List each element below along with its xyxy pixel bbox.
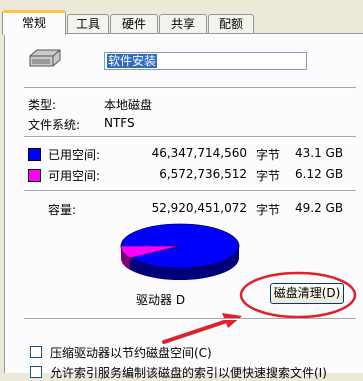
index-service-label: 允许索引服务编制该磁盘的索引以便快速搜索文件(I) (50, 366, 327, 380)
tab-bar: 常规 工具 硬件 共享 配额 (0, 0, 363, 35)
annotation-ellipse (239, 271, 357, 319)
annotation-arrow (162, 318, 232, 344)
annotation-arrow-head (222, 313, 242, 328)
filesystem-value: NTFS (104, 116, 135, 130)
tab-quota[interactable]: 配额 (208, 14, 254, 33)
free-space-size: 6.12 GB (295, 167, 344, 181)
used-space-label: 已用空间: (48, 148, 101, 162)
used-space-bytes: 46,347,714,560 (151, 146, 247, 160)
free-space-label: 可用空间: (48, 169, 101, 183)
drive-name-input[interactable]: 软件安装 (104, 52, 307, 70)
tab-general[interactable]: 常规 (2, 10, 66, 35)
used-space-unit: 字节 (256, 148, 281, 162)
divider (24, 87, 356, 89)
capacity-unit: 字节 (256, 203, 281, 217)
filesystem-label: 文件系统: (28, 118, 81, 132)
tab-tools[interactable]: 工具 (67, 14, 109, 33)
capacity-bytes: 52,920,451,072 (151, 201, 247, 215)
compress-drive-checkbox[interactable] (30, 346, 42, 358)
used-space-swatch (28, 148, 41, 161)
divider (24, 190, 356, 192)
index-service-checkbox[interactable] (30, 366, 42, 378)
compress-drive-label: 压缩驱动器以节约磁盘空间(C) (50, 346, 212, 360)
free-space-bytes: 6,572,736,512 (159, 167, 247, 181)
tab-sharing[interactable]: 共享 (159, 14, 207, 33)
type-label: 类型: (28, 98, 57, 112)
capacity-label: 容量: (48, 203, 77, 217)
type-value: 本地磁盘 (104, 98, 153, 112)
capacity-size: 49.2 GB (295, 201, 344, 215)
free-space-swatch (28, 169, 41, 182)
divider (24, 318, 356, 320)
hard-drive-icon (29, 49, 61, 67)
divider (24, 136, 356, 138)
annotation-overlay (162, 271, 357, 344)
used-space-size: 43.1 GB (295, 146, 344, 160)
free-space-unit: 字节 (256, 169, 281, 183)
tab-hardware[interactable]: 硬件 (110, 14, 158, 33)
drive-name-text: 软件安装 (107, 54, 158, 68)
